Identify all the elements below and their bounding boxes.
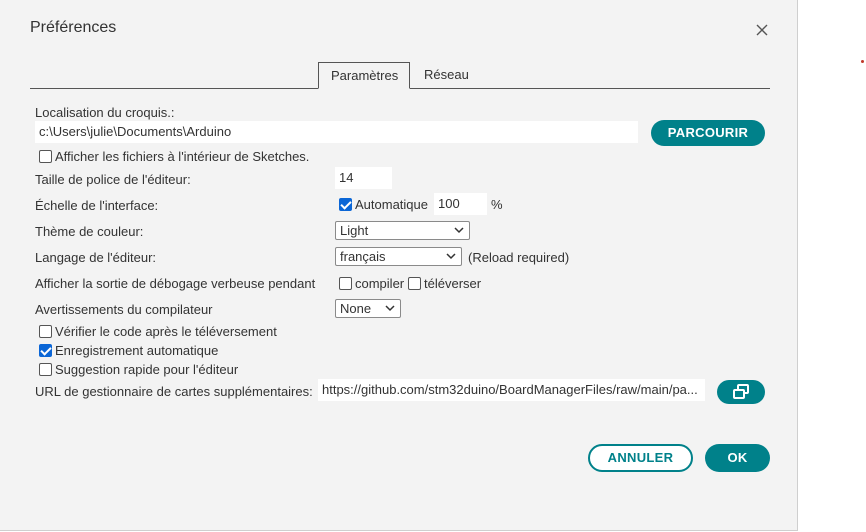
autosave-checkbox[interactable] bbox=[39, 344, 52, 357]
theme-label: Thème de couleur: bbox=[35, 224, 144, 239]
browse-button[interactable]: PARCOURIR bbox=[651, 120, 765, 146]
verbose-upload-checkbox[interactable] bbox=[408, 277, 421, 290]
scale-unit: % bbox=[491, 197, 503, 212]
ok-button[interactable]: OK bbox=[705, 444, 770, 472]
verbose-compile-checkbox[interactable] bbox=[339, 277, 352, 290]
cancel-button[interactable]: ANNULER bbox=[588, 444, 693, 472]
dialog-title: Préférences bbox=[30, 19, 117, 36]
scale-auto-checkbox[interactable] bbox=[339, 198, 352, 211]
warnings-select[interactable]: None bbox=[335, 299, 401, 318]
sketchbook-path-input[interactable]: c:\Users\julie\Documents\Arduino bbox=[35, 121, 638, 143]
show-files-checkbox[interactable] bbox=[39, 150, 52, 163]
autosave-label: Enregistrement automatique bbox=[55, 343, 219, 358]
show-files-label: Afficher les fichiers à l'intérieur de S… bbox=[55, 149, 310, 164]
board-urls-input[interactable]: https://github.com/stm32duino/BoardManag… bbox=[318, 379, 705, 401]
scale-label: Échelle de l'interface: bbox=[35, 198, 159, 213]
chevron-down-icon bbox=[454, 227, 464, 234]
sketchbook-label: Localisation du croquis.: bbox=[35, 105, 175, 120]
scale-input[interactable]: 100 bbox=[434, 193, 487, 215]
preferences-dialog: Préférences Paramètres Réseau Localisati… bbox=[0, 0, 798, 531]
red-dot bbox=[861, 60, 864, 63]
language-select[interactable]: français bbox=[335, 247, 462, 266]
language-select-value: français bbox=[340, 249, 386, 264]
board-urls-edit-button[interactable] bbox=[717, 380, 765, 404]
theme-select-value: Light bbox=[340, 223, 369, 238]
chevron-down-icon bbox=[446, 253, 456, 260]
theme-select[interactable]: Light bbox=[335, 221, 470, 240]
verbose-label: Afficher la sortie de débogage verbeuse … bbox=[35, 276, 316, 291]
language-label: Langage de l'éditeur: bbox=[35, 250, 157, 265]
tab-parametres[interactable]: Paramètres bbox=[318, 62, 410, 89]
close-icon[interactable] bbox=[752, 20, 772, 40]
scale-auto-label: Automatique bbox=[355, 197, 428, 212]
quick-suggestions-checkbox[interactable] bbox=[39, 363, 52, 376]
warnings-select-value: None bbox=[340, 301, 372, 316]
open-in-window-icon bbox=[733, 384, 749, 399]
warnings-label: Avertissements du compilateur bbox=[35, 302, 213, 317]
verify-after-upload-label: Vérifier le code après le téléversement bbox=[55, 324, 277, 339]
quick-suggestions-label: Suggestion rapide pour l'éditeur bbox=[55, 362, 239, 377]
language-note: (Reload required) bbox=[468, 250, 570, 265]
verify-after-upload-checkbox[interactable] bbox=[39, 325, 52, 338]
verbose-upload-label: téléverser bbox=[424, 276, 482, 291]
font-size-input[interactable]: 14 bbox=[335, 167, 392, 189]
verbose-compile-label: compiler bbox=[355, 276, 405, 291]
tab-reseau[interactable]: Réseau bbox=[412, 62, 481, 89]
font-size-label: Taille de police de l'éditeur: bbox=[35, 172, 191, 187]
board-urls-label: URL de gestionnaire de cartes supplément… bbox=[35, 384, 313, 399]
chevron-down-icon bbox=[385, 305, 395, 312]
